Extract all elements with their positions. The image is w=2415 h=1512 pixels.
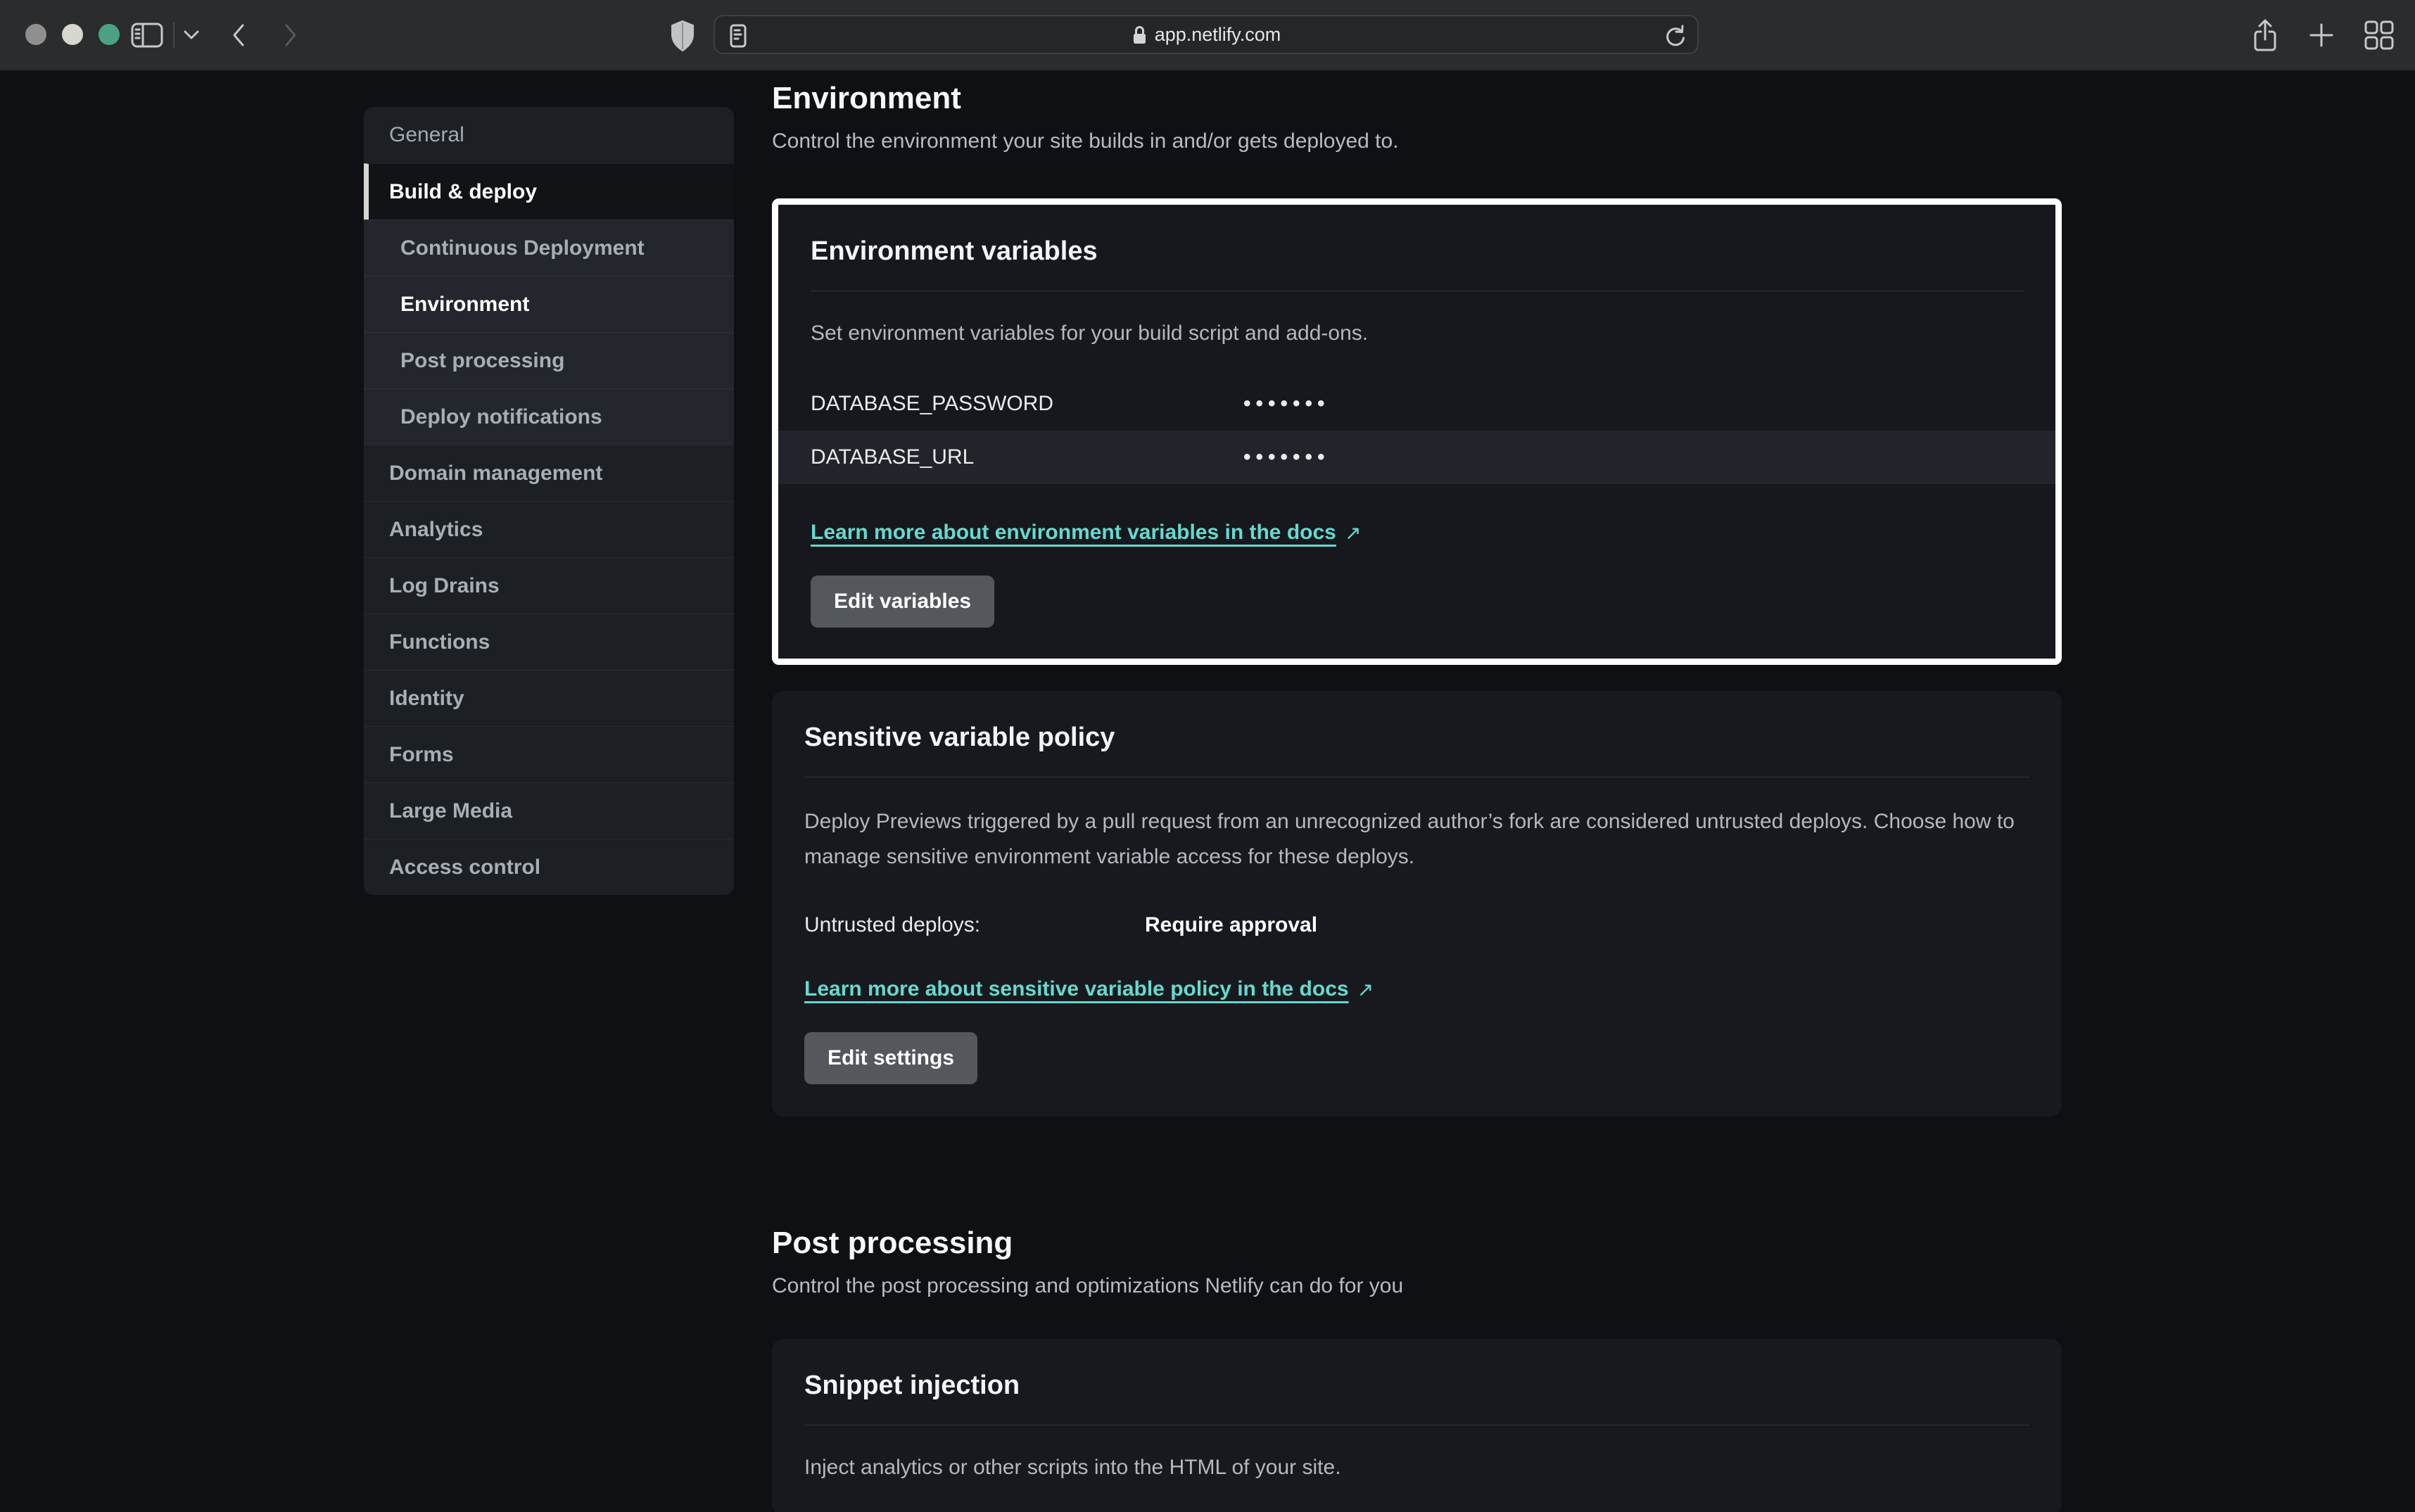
edit-variables-button[interactable]: Edit variables (811, 576, 994, 628)
sensitive-variable-policy-description: Deploy Previews triggered by a pull requ… (804, 804, 2029, 875)
edit-settings-button[interactable]: Edit settings (804, 1032, 977, 1084)
variable-masked-value: ••••••• (1243, 392, 1330, 416)
sidebar-item-general[interactable]: General (364, 107, 734, 163)
settings-sidebar: General Build & deploy Continuous Deploy… (364, 107, 734, 895)
variable-masked-value: ••••••• (1243, 445, 1330, 469)
tab-overview-icon[interactable] (2364, 20, 2394, 50)
page-title: Environment (772, 77, 2062, 120)
untrusted-deploys-row: Untrusted deploys: Require approval (804, 910, 2029, 941)
address-bar[interactable]: app.netlify.com (714, 15, 1699, 54)
window-close-button[interactable] (25, 24, 46, 45)
external-link-icon: ↗ (1357, 978, 1374, 1001)
sidebar-item-analytics[interactable]: Analytics (364, 501, 734, 557)
card-title-environment-variables: Environment variables (811, 234, 2023, 268)
sidebar-item-functions[interactable]: Functions (364, 614, 734, 670)
untrusted-deploys-value: Require approval (1145, 910, 1317, 941)
card-title-snippet-injection: Snippet injection (804, 1368, 2029, 1402)
lock-icon (1132, 24, 1148, 46)
sidebar-toggle-icon[interactable] (131, 23, 163, 48)
chevron-down-icon[interactable] (183, 30, 200, 41)
card-title-sensitive-variable-policy: Sensitive variable policy (804, 720, 2029, 754)
table-row: DATABASE_URL ••••••• (778, 431, 2055, 484)
address-bar-text: app.netlify.com (715, 16, 1697, 53)
variable-name: DATABASE_PASSWORD (811, 392, 1243, 416)
share-icon[interactable] (2252, 18, 2278, 53)
sidebar-item-log-drains[interactable]: Log Drains (364, 557, 734, 614)
untrusted-deploys-label: Untrusted deploys: (804, 910, 1145, 941)
environment-variables-description: Set environment variables for your build… (811, 318, 2023, 349)
sidebar-item-large-media[interactable]: Large Media (364, 782, 734, 839)
post-processing-subtitle: Control the post processing and optimiza… (772, 1270, 2062, 1302)
browser-toolbar: app.netlify.com (0, 0, 2415, 70)
window-minimize-button[interactable] (62, 24, 83, 45)
sidebar-item-build-deploy[interactable]: Build & deploy (364, 163, 734, 220)
variable-name: DATABASE_URL (811, 445, 1243, 469)
navigation-controls (131, 0, 298, 70)
forward-button[interactable] (283, 23, 298, 48)
settings-content: Environment Control the environment your… (772, 77, 2062, 1512)
environment-variables-docs-link[interactable]: Learn more about environment variables i… (811, 521, 1361, 545)
environment-variables-card: Environment variables Set environment va… (778, 205, 2055, 659)
back-button[interactable] (231, 23, 246, 48)
url-text: app.netlify.com (1155, 24, 1281, 46)
environment-variables-table: DATABASE_PASSWORD ••••••• DATABASE_URL •… (811, 377, 2023, 484)
table-row: DATABASE_PASSWORD ••••••• (778, 377, 2055, 431)
sidebar-item-post-processing[interactable]: Post processing (364, 332, 734, 388)
window-zoom-button[interactable] (99, 24, 120, 45)
external-link-icon: ↗ (1345, 521, 1361, 545)
sensitive-variable-policy-docs-link[interactable]: Learn more about sensitive variable poli… (804, 977, 1374, 1001)
sidebar-item-continuous-deployment[interactable]: Continuous Deployment (364, 220, 734, 276)
netlify-settings-page: General Build & deploy Continuous Deploy… (0, 70, 2415, 1512)
sidebar-item-identity[interactable]: Identity (364, 670, 734, 726)
refresh-icon[interactable] (1663, 24, 1686, 49)
window-controls (25, 24, 120, 45)
sidebar-item-environment[interactable]: Environment (364, 276, 734, 332)
sidebar-item-access-control[interactable]: Access control (364, 839, 734, 895)
snippet-injection-card: Snippet injection Inject analytics or ot… (772, 1339, 2062, 1512)
sidebar-item-deploy-notifications[interactable]: Deploy notifications (364, 388, 734, 445)
sidebar-item-domain-management[interactable]: Domain management (364, 445, 734, 501)
post-processing-title: Post processing (772, 1222, 2062, 1264)
toolbar-separator (173, 23, 175, 48)
snippet-injection-description: Inject analytics or other scripts into t… (804, 1452, 2029, 1483)
page-subtitle: Control the environment your site builds… (772, 125, 2062, 158)
toolbar-right-controls (2252, 0, 2394, 70)
highlight-annotation-box: Environment variables Set environment va… (772, 198, 2062, 665)
privacy-shield-icon[interactable] (670, 20, 695, 56)
new-tab-icon[interactable] (2308, 22, 2335, 49)
sidebar-item-forms[interactable]: Forms (364, 726, 734, 782)
sensitive-variable-policy-card: Sensitive variable policy Deploy Preview… (772, 691, 2062, 1117)
